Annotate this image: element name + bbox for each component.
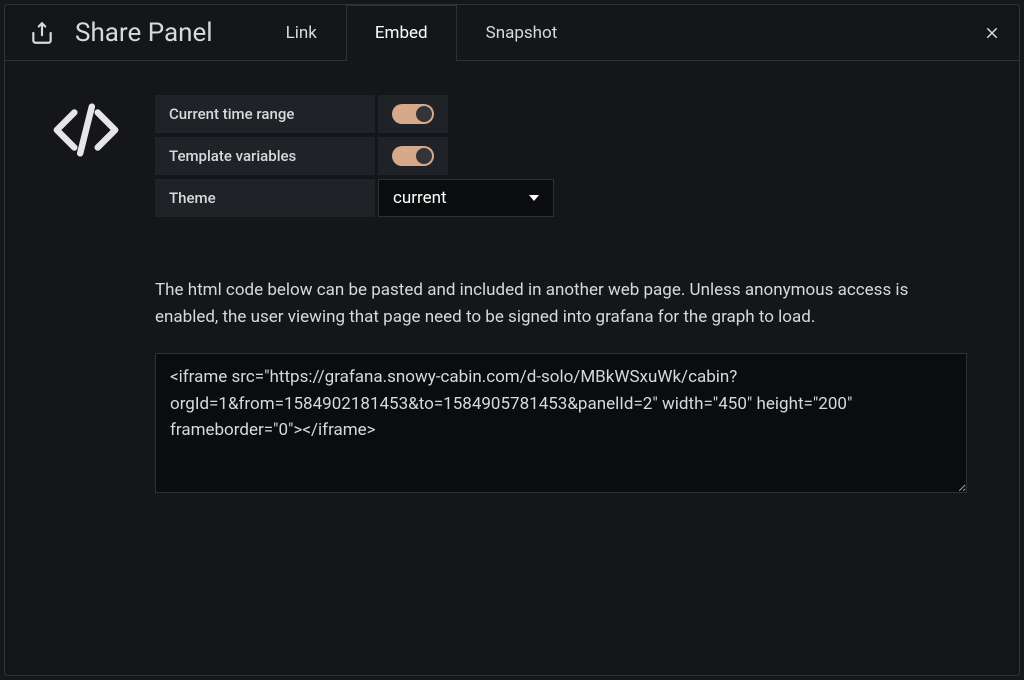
embed-code-textarea[interactable] xyxy=(155,353,967,493)
row-current-time-range: Current time range xyxy=(155,95,973,133)
options-column: Current time range Template variables Th… xyxy=(155,95,973,641)
modal-body: Current time range Template variables Th… xyxy=(5,61,1019,675)
tabs: Link Embed Snapshot xyxy=(257,5,587,60)
row-theme: Theme current xyxy=(155,179,973,217)
select-theme-value: current xyxy=(393,188,447,208)
tab-embed[interactable]: Embed xyxy=(346,5,457,60)
label-theme: Theme xyxy=(155,179,375,217)
toggle-current-time-range[interactable] xyxy=(392,104,434,124)
row-template-variables: Template variables xyxy=(155,137,973,175)
chevron-down-icon xyxy=(529,195,539,201)
label-current-time-range: Current time range xyxy=(155,95,375,133)
title-group: Share Panel xyxy=(5,5,233,60)
share-icon xyxy=(29,20,55,46)
embed-description: The html code below can be pasted and in… xyxy=(155,277,967,331)
modal-header: Share Panel Link Embed Snapshot xyxy=(5,5,1019,61)
toggle-template-variables[interactable] xyxy=(392,146,434,166)
control-current-time-range xyxy=(378,95,448,133)
control-template-variables xyxy=(378,137,448,175)
modal-title: Share Panel xyxy=(75,18,213,48)
select-theme[interactable]: current xyxy=(378,179,554,217)
tab-link[interactable]: Link xyxy=(257,5,346,60)
tab-snapshot[interactable]: Snapshot xyxy=(457,5,587,60)
label-template-variables: Template variables xyxy=(155,137,375,175)
code-icon xyxy=(51,95,121,641)
close-button[interactable] xyxy=(983,5,1001,60)
share-panel-modal: Share Panel Link Embed Snapshot Current … xyxy=(4,4,1020,676)
